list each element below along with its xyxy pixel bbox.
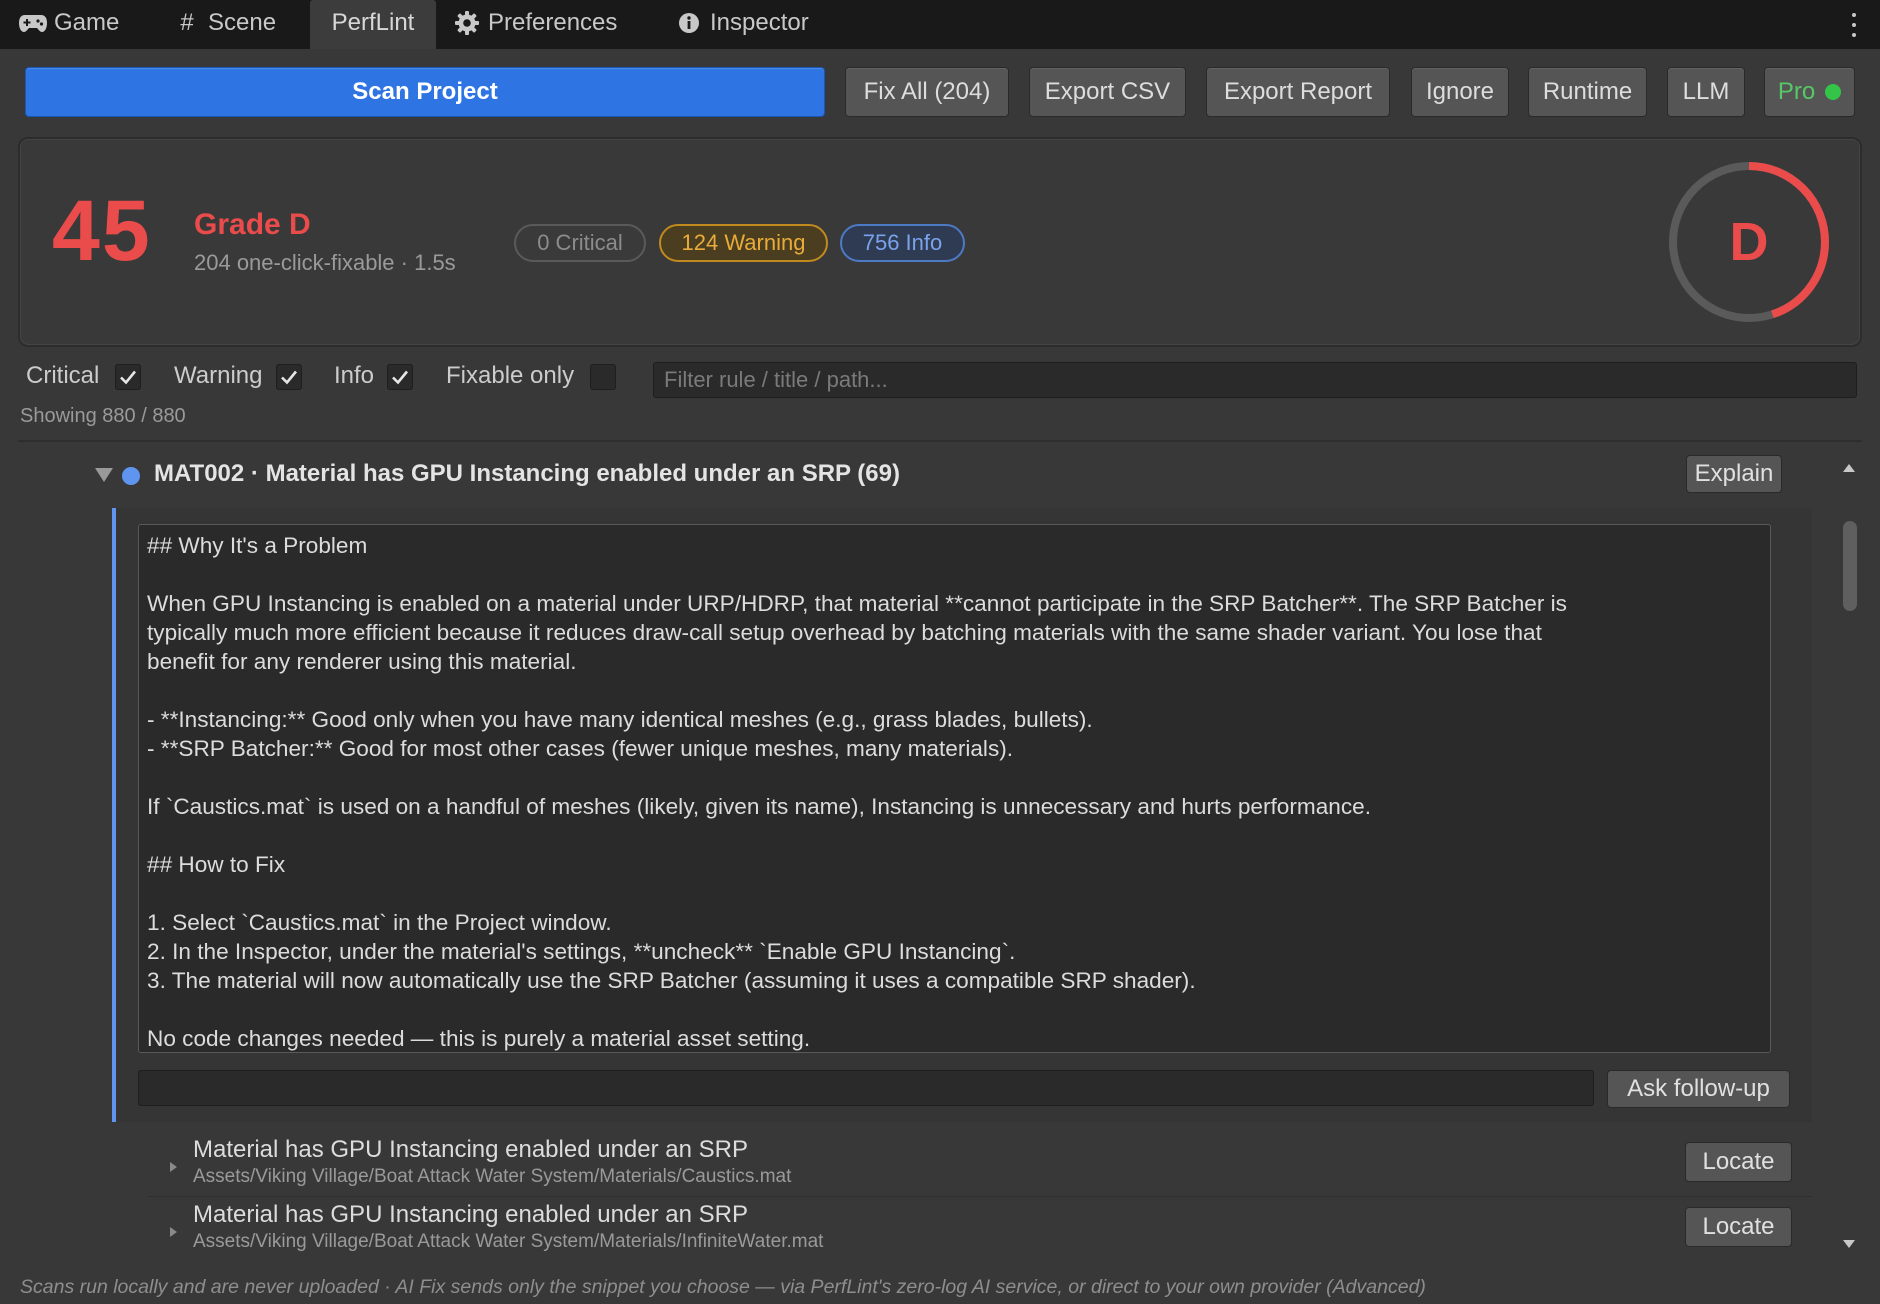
- tab-game[interactable]: Game: [18, 0, 119, 49]
- explanation-line: typically much more efficient because it…: [147, 620, 1542, 645]
- explanation-line: [147, 821, 1762, 850]
- checkmark-icon: [281, 370, 298, 385]
- explain-button[interactable]: Explain: [1686, 455, 1782, 493]
- filter-critical-checkbox[interactable]: [115, 364, 141, 390]
- explanation-line: When GPU Instancing is enabled on a mate…: [147, 591, 1567, 616]
- info-icon: [674, 8, 704, 38]
- explanation-line: [147, 676, 1762, 705]
- pro-label: Pro: [1777, 78, 1816, 105]
- scan-project-button[interactable]: Scan Project: [25, 67, 825, 117]
- tab-label: Scene: [208, 8, 277, 36]
- divider: [18, 440, 1862, 442]
- collapse-triangle-icon[interactable]: [95, 468, 113, 482]
- issue-path: Assets/Viking Village/Boat Attack Water …: [193, 1166, 792, 1187]
- tab-bar: Game # Scene PerfLint Preferences Inspec…: [0, 0, 1880, 49]
- explanation-line: [147, 560, 1762, 589]
- pro-status-dot: [1825, 84, 1842, 100]
- scroll-up-icon[interactable]: [1843, 464, 1855, 472]
- explanation-line: ## Why It's a Problem: [147, 533, 368, 558]
- info-count-badge: 756 Info: [840, 224, 965, 262]
- filter-info-label: Info: [334, 362, 375, 389]
- critical-count-badge: 0 Critical: [514, 224, 646, 262]
- filter-fixable-label: Fixable only: [446, 362, 575, 389]
- expand-triangle-icon[interactable]: [170, 1227, 177, 1237]
- rule-title: MAT002 · Material has GPU Instancing ena…: [154, 460, 900, 487]
- tab-label: Inspector: [710, 8, 809, 36]
- filter-fixable-checkbox[interactable]: [590, 364, 616, 390]
- filter-warning-checkbox[interactable]: [276, 364, 302, 390]
- tab-label: Preferences: [488, 8, 618, 36]
- filter-critical-label: Critical: [26, 362, 100, 389]
- divider: [148, 1196, 1812, 1197]
- filter-warning-label: Warning: [174, 362, 263, 389]
- scroll-down-icon[interactable]: [1843, 1240, 1855, 1248]
- scrollbar-thumb[interactable]: [1843, 521, 1857, 611]
- explanation-line: 1. Select `Caustics.mat` in the Project …: [147, 910, 612, 935]
- fix-all-button[interactable]: Fix All (204): [845, 67, 1009, 117]
- filter-info-checkbox[interactable]: [387, 364, 413, 390]
- explanation-line: - **Instancing:** Good only when you hav…: [147, 707, 1093, 732]
- list-item[interactable]: Material has GPU Instancing enabled unde…: [148, 1134, 1812, 1198]
- explanation-line: [147, 879, 1762, 908]
- tab-scene[interactable]: # Scene: [172, 0, 276, 49]
- explanation-line: 2. In the Inspector, under the material'…: [147, 939, 1016, 964]
- privacy-footer: Scans run locally and are never uploaded…: [20, 1276, 1426, 1298]
- scan-summary: 204 one-click-fixable · 1.5s: [194, 250, 456, 275]
- gamepad-icon: [18, 8, 48, 38]
- grade-label: Grade D: [194, 208, 311, 241]
- ask-follow-up-button[interactable]: Ask follow-up: [1607, 1070, 1790, 1108]
- list-item[interactable]: Material has GPU Instancing enabled unde…: [148, 1199, 1812, 1262]
- tab-label: PerfLint: [331, 8, 415, 36]
- explanation-line: ## How to Fix: [147, 852, 286, 877]
- severity-info-dot: [122, 467, 140, 485]
- pro-button[interactable]: Pro: [1764, 67, 1855, 117]
- runtime-button[interactable]: Runtime: [1528, 67, 1647, 117]
- explanation-line: If `Caustics.mat` is used on a handful o…: [147, 794, 1371, 819]
- locate-button[interactable]: Locate: [1685, 1207, 1792, 1247]
- tab-label: Game: [54, 8, 120, 36]
- gauge-letter: D: [1730, 212, 1769, 272]
- checkmark-icon: [120, 370, 137, 385]
- issue-title: Material has GPU Instancing enabled unde…: [193, 1136, 748, 1163]
- explanation-line: [147, 763, 1762, 792]
- grade-gauge: D: [1669, 162, 1829, 322]
- health-score: 45: [52, 183, 152, 279]
- rule-group-header[interactable]: MAT002 · Material has GPU Instancing ena…: [18, 450, 1818, 506]
- checkmark-icon: [392, 370, 409, 385]
- llm-button[interactable]: LLM: [1667, 67, 1745, 117]
- issue-path: Assets/Viking Village/Boat Attack Water …: [193, 1231, 824, 1252]
- warning-count-badge: 124 Warning: [659, 224, 828, 262]
- explanation-text[interactable]: ## Why It's a Problem When GPU Instancin…: [138, 524, 1771, 1053]
- grid-icon: #: [180, 8, 194, 36]
- export-csv-button[interactable]: Export CSV: [1029, 67, 1186, 117]
- tab-preferences[interactable]: Preferences: [452, 0, 617, 49]
- gear-icon: [452, 8, 482, 38]
- export-report-button[interactable]: Export Report: [1206, 67, 1390, 117]
- tab-inspector[interactable]: Inspector: [674, 0, 809, 49]
- more-options-icon[interactable]: [1846, 10, 1862, 40]
- issue-title: Material has GPU Instancing enabled unde…: [193, 1201, 748, 1228]
- locate-button[interactable]: Locate: [1685, 1142, 1792, 1182]
- explanation-line: benefit for any renderer using this mate…: [147, 649, 577, 674]
- follow-up-input[interactable]: [138, 1070, 1594, 1106]
- showing-count: Showing 880 / 880: [20, 405, 186, 427]
- explanation-line: - **SRP Batcher:** Good for most other c…: [147, 736, 1014, 761]
- expand-triangle-icon[interactable]: [170, 1162, 177, 1172]
- tab-perflint[interactable]: PerfLint: [310, 0, 436, 49]
- ignore-button[interactable]: Ignore: [1411, 67, 1509, 117]
- explanation-line: No code changes needed — this is purely …: [147, 1026, 811, 1051]
- explanation-line: [147, 995, 1762, 1024]
- explanation-line: 3. The material will now automatically u…: [147, 968, 1196, 993]
- filter-search-input[interactable]: [653, 362, 1857, 398]
- issues-list: MAT002 · Material has GPU Instancing ena…: [18, 450, 1836, 1262]
